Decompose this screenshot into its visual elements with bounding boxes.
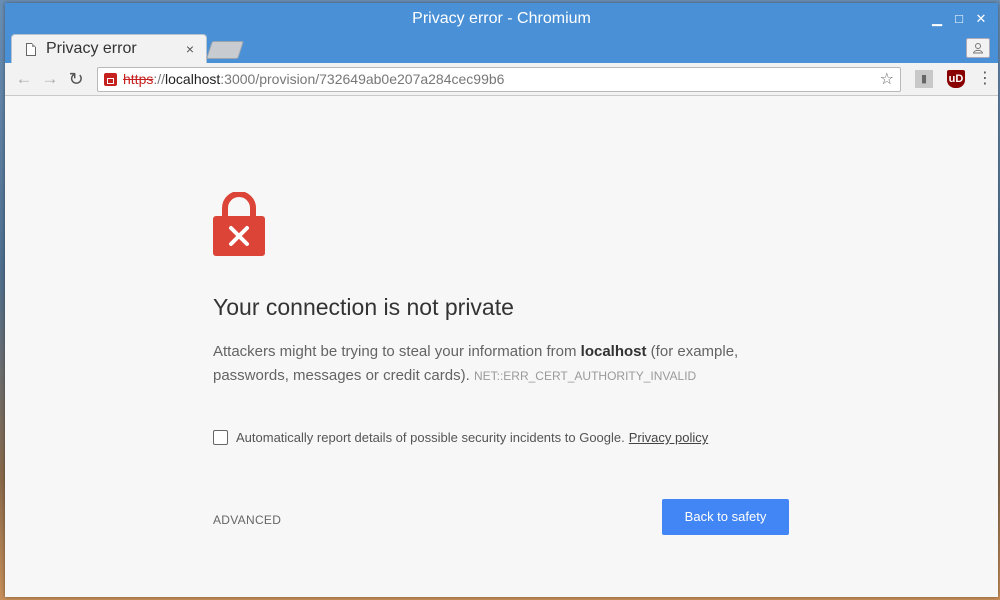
desc-text-1: Attackers might be trying to steal your … (213, 343, 581, 360)
forward-button[interactable]: → (37, 66, 63, 92)
interstitial-page: Your connection is not private Attackers… (5, 96, 998, 596)
not-secure-lock-icon[interactable] (104, 72, 117, 86)
minimize-button[interactable]: ▁ (926, 3, 948, 34)
tab-strip: Privacy error × (5, 34, 998, 63)
extension-icon[interactable]: ▮ (915, 70, 933, 88)
title-bar: Privacy error - Chromium ▁ □ ✕ (5, 3, 998, 34)
desc-host: localhost (580, 343, 647, 360)
bookmark-star-icon[interactable]: ☆ (880, 69, 894, 89)
url-separator: :// (153, 71, 166, 87)
broken-lock-icon (213, 192, 265, 256)
window-title: Privacy error - Chromium (412, 10, 591, 27)
back-to-safety-button[interactable]: Back to safety (662, 499, 789, 535)
new-tab-button[interactable] (206, 41, 244, 59)
person-icon (972, 43, 984, 54)
error-description: Attackers might be trying to steal your … (213, 340, 773, 388)
url-path: :3000/provision/732649ab0e207a284cec99b6 (220, 71, 505, 87)
reload-button[interactable]: ↻ (63, 66, 89, 92)
toolbar: ← → ↻ https://localhost:3000/provision/7… (5, 63, 998, 96)
advanced-button[interactable]: ADVANCED (213, 513, 281, 527)
report-label[interactable]: Automatically report details of possible… (236, 430, 625, 445)
url-text[interactable]: https://localhost:3000/provision/732649a… (123, 71, 876, 87)
address-bar[interactable]: https://localhost:3000/provision/732649a… (97, 66, 901, 92)
url-host: localhost (165, 71, 221, 87)
window-controls: ▁ □ ✕ (926, 3, 992, 34)
report-option: Automatically report details of possible… (213, 430, 708, 445)
profile-button[interactable] (966, 38, 990, 58)
privacy-policy-link[interactable]: Privacy policy (629, 430, 708, 445)
page-title: Your connection is not private (213, 294, 514, 320)
error-code: NET::ERR_CERT_AUTHORITY_INVALID (473, 369, 697, 383)
menu-icon[interactable]: ⋮ (977, 71, 993, 87)
url-scheme: https (123, 71, 154, 87)
close-window-button[interactable]: ✕ (970, 3, 992, 34)
tab-close-icon[interactable]: × (182, 41, 198, 57)
browser-window: Privacy error - Chromium ▁ □ ✕ Privacy e… (5, 3, 998, 597)
report-checkbox[interactable] (213, 430, 228, 445)
tab-title: Privacy error (46, 40, 137, 57)
tab-privacy-error[interactable]: Privacy error × (11, 34, 207, 63)
page-icon (26, 42, 36, 56)
ublock-icon[interactable]: uD (947, 70, 965, 88)
back-button[interactable]: ← (11, 66, 37, 92)
maximize-button[interactable]: □ (948, 3, 970, 34)
